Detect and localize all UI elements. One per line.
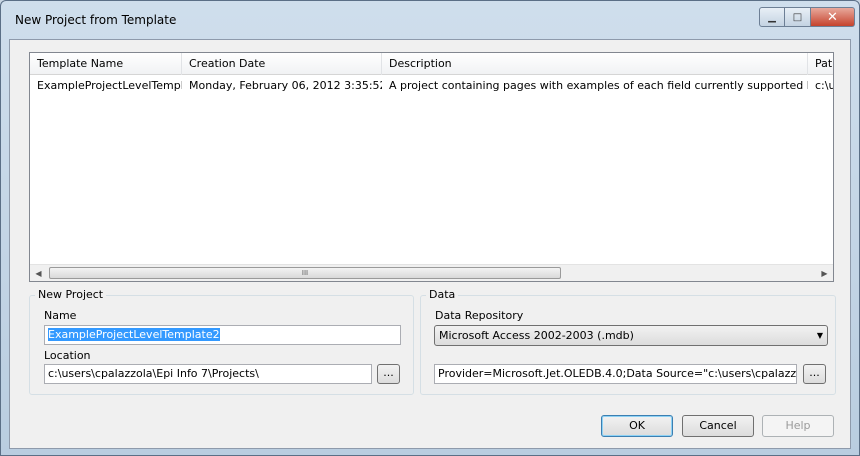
help-button[interactable]: Help [762,415,834,437]
data-repository-selected: Microsoft Access 2002-2003 (.mdb) [439,329,634,342]
data-repository-label: Data Repository [435,309,524,322]
column-header-path[interactable]: Path [808,53,833,75]
table-row[interactable]: ExampleProjectLevelTemplate Monday, Febr… [30,77,834,95]
scroll-left-icon[interactable]: ◀ [30,265,47,281]
browse-location-button[interactable]: ... [377,364,400,384]
cell-description: A project containing pages with examples… [389,79,808,92]
horizontal-scrollbar[interactable]: ◀ III ▶ [30,264,833,281]
connection-string-input[interactable]: Provider=Microsoft.Jet.OLEDB.4.0;Data So… [434,364,797,384]
dialog-window: New Project from Template ▁ □ ✕ Template… [0,0,860,456]
scroll-right-icon[interactable]: ▶ [816,265,833,281]
cell-path: c:\u [815,79,834,92]
cell-creation-date: Monday, February 06, 2012 3:35:52 PM [189,79,382,92]
column-header-description[interactable]: Description [382,53,808,75]
name-label: Name [44,309,77,322]
template-list[interactable]: Template Name Creation Date Description … [29,52,834,282]
data-group: Data Data Repository Microsoft Access 20… [420,288,836,395]
title-bar[interactable]: New Project from Template ▁ □ ✕ [1,1,859,39]
maximize-button[interactable]: □ [785,7,811,27]
cell-template-name: ExampleProjectLevelTemplate [37,79,182,92]
location-input[interactable]: c:\users\cpalazzola\Epi Info 7\Projects\ [44,364,372,384]
window-title: New Project from Template [15,13,177,27]
column-header-template-name[interactable]: Template Name [30,53,182,75]
data-group-title: Data [426,288,459,301]
name-input-value: ExampleProjectLevelTemplate2 [48,328,220,341]
minimize-button[interactable]: ▁ [759,7,785,27]
scrollbar-thumb[interactable]: III [49,267,561,279]
name-input[interactable]: ExampleProjectLevelTemplate2 [44,325,401,345]
browse-data-button[interactable]: ... [803,364,826,384]
minimize-icon: ▁ [768,11,776,23]
new-project-group-title: New Project [35,288,107,301]
template-list-header: Template Name Creation Date Description … [30,53,833,75]
close-button[interactable]: ✕ [811,7,855,27]
data-repository-select[interactable]: Microsoft Access 2002-2003 (.mdb) ▼ [434,325,828,346]
location-label: Location [44,349,91,362]
window-controls: ▁ □ ✕ [759,7,855,27]
maximize-icon: □ [792,11,803,23]
new-project-group: New Project Name ExampleProjectLevelTemp… [29,288,414,395]
cancel-button[interactable]: Cancel [682,415,754,437]
dialog-body: Template Name Creation Date Description … [9,39,851,449]
column-header-creation-date[interactable]: Creation Date [182,53,382,75]
chevron-down-icon: ▼ [816,331,823,340]
close-icon: ✕ [827,9,838,25]
ok-button[interactable]: OK [601,415,673,437]
